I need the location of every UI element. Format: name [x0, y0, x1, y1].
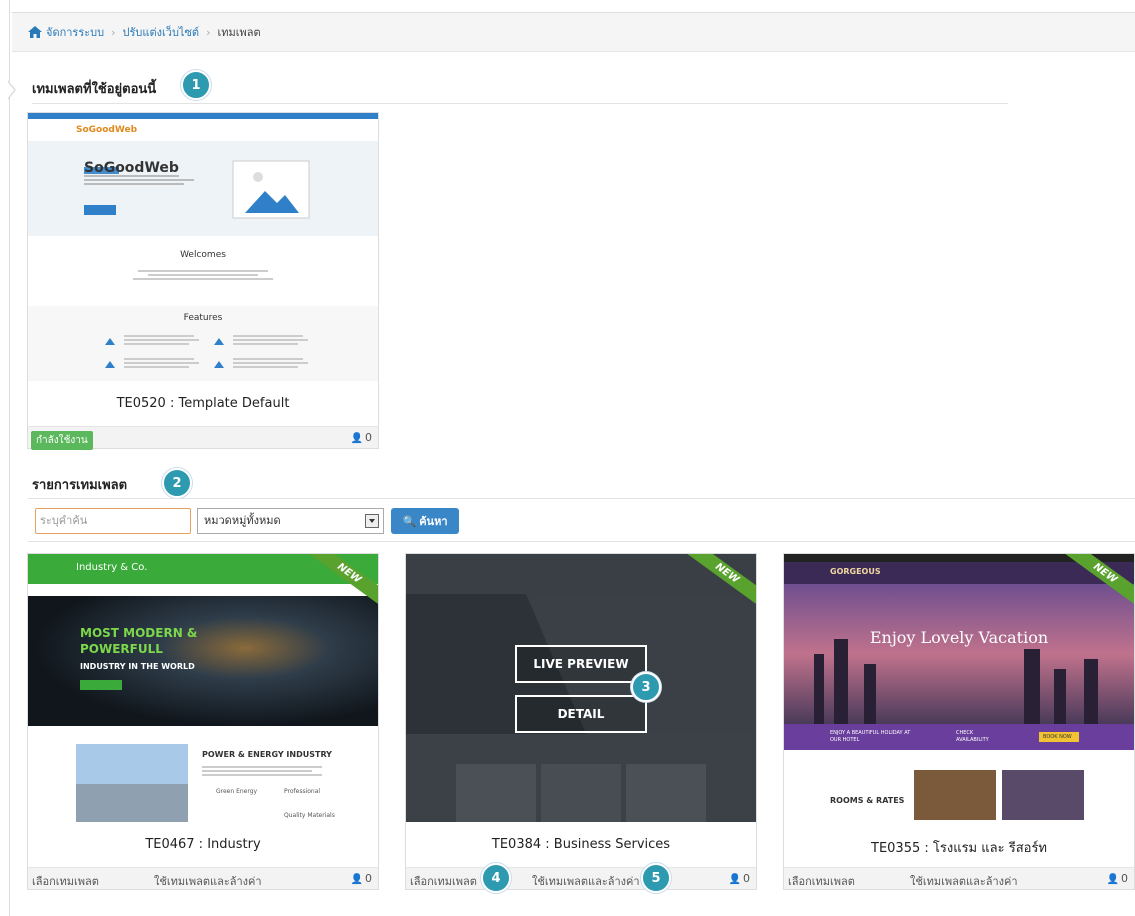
- template-card-hotel: GORGEOUS Enjoy Lovely Vacation ENJOY A B…: [783, 553, 1135, 890]
- left-frame: [0, 0, 10, 916]
- preview-brand: Industry & Co.: [76, 562, 148, 573]
- template-preview-industry[interactable]: Industry & Co. MOST MODERN & POWERFULL I…: [28, 554, 378, 822]
- breadcrumb: จัดการระบบ › ปรับแต่งเว็บไซต์ › เทมเพลต: [12, 12, 1135, 52]
- breadcrumb-customize[interactable]: ปรับแต่งเว็บไซต์: [123, 23, 200, 41]
- status-badge: กำลังใช้งาน: [31, 431, 93, 450]
- preview-feature-3: Quality Materials: [284, 812, 335, 819]
- user-count-value: 0: [365, 431, 372, 444]
- preview-features: Features: [183, 313, 223, 323]
- home-icon[interactable]: [28, 26, 42, 38]
- category-select-value: หมวดหมู่ทั้งหมด: [204, 514, 281, 527]
- user-icon: 👤: [350, 874, 363, 885]
- current-template-footer: กำลังใช้งาน 👤 0: [28, 426, 378, 450]
- detail-button[interactable]: DETAIL: [515, 695, 647, 733]
- current-template-title: TE0520 : Template Default: [116, 396, 290, 411]
- preview-booking-text: ENJOY A BEAUTIFUL HOLIDAY AT OUR HOTEL: [830, 730, 911, 743]
- user-count-value: 0: [743, 872, 750, 885]
- preview-hero-title: SoGoodWeb: [84, 160, 179, 176]
- template-list-heading: รายการเทมเพลต: [32, 478, 128, 493]
- preview-welcome: Welcomes: [180, 250, 226, 260]
- use-and-reset-link[interactable]: ใช้เทมเพลตและล้างค่า: [910, 872, 1018, 890]
- current-template-heading: เทมเพลตที่ใช้อยู่ตอนนี้: [32, 82, 157, 97]
- template-card-industry: Industry & Co. MOST MODERN & POWERFULL I…: [27, 553, 379, 890]
- user-icon: 👤: [728, 874, 741, 885]
- current-template-preview: SoGoodWeb SoGoodWeb Welcomes Features: [28, 113, 378, 381]
- use-and-reset-link[interactable]: ใช้เทมเพลตและล้างค่า: [532, 872, 640, 890]
- step-badge-5: 5: [641, 863, 671, 893]
- live-preview-button[interactable]: LIVE PREVIEW: [515, 645, 647, 683]
- template-default-screenshot: [28, 113, 378, 381]
- preview-hero-line2: POWERFULL: [80, 642, 163, 656]
- preview-feature-1: Green Energy: [216, 788, 258, 795]
- preview-book-now: BOOK NOW: [1043, 734, 1072, 740]
- template-preview-hotel[interactable]: GORGEOUS Enjoy Lovely Vacation ENJOY A B…: [784, 554, 1134, 822]
- user-icon: 👤: [350, 433, 363, 444]
- search-button[interactable]: 🔍 ค้นหา: [391, 508, 459, 534]
- template-card-business: LIVE PREVIEW DETAIL 3 NEW TE0384 : Busin…: [405, 553, 757, 893]
- breadcrumb-system[interactable]: จัดการระบบ: [46, 23, 104, 41]
- step-badge-3: 3: [631, 672, 661, 702]
- new-ribbon: NEW: [301, 554, 378, 604]
- user-icon: 👤: [1106, 874, 1119, 885]
- preview-hero-line3: INDUSTRY IN THE WORLD: [80, 662, 195, 671]
- preview-hero-line1: MOST MODERN &: [80, 626, 198, 640]
- preview-rooms: ROOMS & RATES: [830, 796, 905, 805]
- search-input[interactable]: ระบุคำค้น: [35, 508, 191, 534]
- template-title: TE0467 : Industry: [145, 837, 261, 852]
- user-count-value: 0: [1121, 872, 1128, 885]
- preview-hero: Enjoy Lovely Vacation: [869, 628, 1049, 647]
- template-preview-business[interactable]: LIVE PREVIEW DETAIL 3 NEW: [406, 554, 756, 822]
- preview-check-availability: CHECK AVAILABILITY: [956, 730, 989, 743]
- collapse-arrow-icon[interactable]: [7, 80, 16, 100]
- user-count: 👤 0: [351, 431, 372, 444]
- divider: [28, 498, 1135, 499]
- select-template-link[interactable]: เลือกเทมเพลต: [32, 872, 99, 890]
- new-ribbon-label: NEW: [304, 554, 378, 604]
- template-title: TE0355 : โรงแรม และ รีสอร์ท: [871, 841, 1047, 856]
- user-count: 👤 0: [729, 872, 750, 885]
- new-ribbon-label: NEW: [682, 554, 756, 604]
- step-badge-4: 4: [481, 863, 511, 893]
- preview-brand: GORGEOUS: [830, 567, 881, 576]
- step-badge-2: 2: [162, 468, 192, 498]
- select-template-link[interactable]: เลือกเทมเพลต: [788, 872, 855, 890]
- user-count-value: 0: [365, 872, 372, 885]
- breadcrumb-separator: ›: [111, 25, 116, 39]
- template-footer: เลือกเทมเพลต ใช้เทมเพลตและล้างค่า 👤 0: [784, 867, 1134, 889]
- user-count: 👤 0: [1107, 872, 1128, 885]
- search-icon: 🔍: [402, 514, 417, 528]
- current-template-card: SoGoodWeb SoGoodWeb Welcomes Features TE…: [27, 112, 379, 450]
- divider: [32, 103, 1008, 104]
- select-template-link[interactable]: เลือกเทมเพลต: [410, 872, 477, 890]
- template-title: TE0384 : Business Services: [491, 837, 671, 852]
- new-ribbon: NEW: [1057, 554, 1134, 604]
- preview-feature-2: Professional: [284, 788, 321, 795]
- template-footer: เลือกเทมเพลต ใช้เทมเพลตและล้างค่า 👤 0: [406, 867, 756, 889]
- breadcrumb-templates: เทมเพลต: [217, 26, 261, 39]
- category-select[interactable]: หมวดหมู่ทั้งหมด: [197, 508, 384, 534]
- use-and-reset-link[interactable]: ใช้เทมเพลตและล้างค่า: [154, 872, 262, 890]
- search-button-label: ค้นหา: [419, 515, 448, 528]
- new-ribbon-label: NEW: [1060, 554, 1134, 604]
- new-ribbon: NEW: [679, 554, 756, 604]
- breadcrumb-separator: ›: [206, 25, 211, 39]
- step-badge-1: 1: [181, 70, 211, 100]
- chevron-down-icon[interactable]: [365, 514, 379, 528]
- preview-section-title: POWER & ENERGY INDUSTRY: [202, 750, 332, 759]
- template-footer: เลือกเทมเพลต ใช้เทมเพลตและล้างค่า 👤 0: [28, 867, 378, 889]
- preview-brand: SoGoodWeb: [76, 125, 138, 135]
- user-count: 👤 0: [351, 872, 372, 885]
- divider: [28, 541, 1135, 542]
